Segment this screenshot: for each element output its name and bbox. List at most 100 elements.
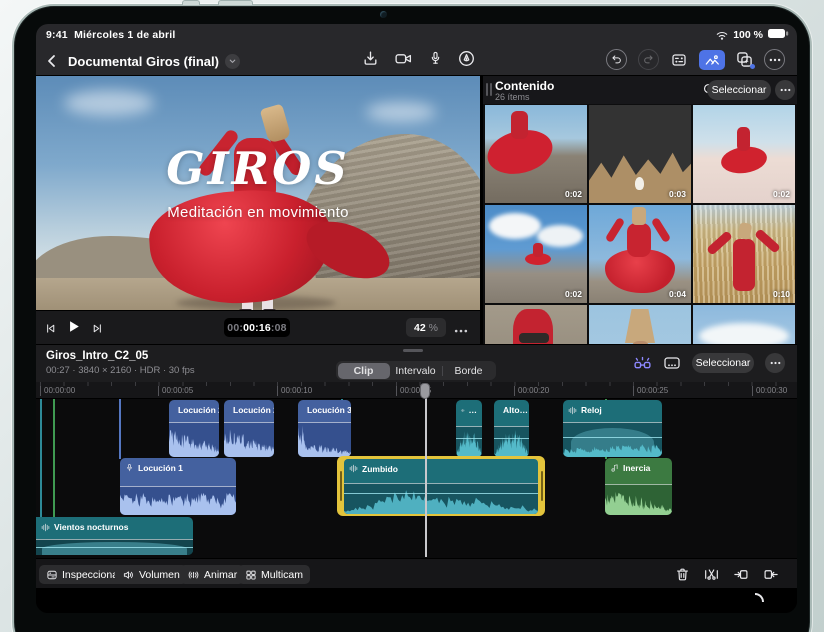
playhead[interactable] bbox=[425, 384, 427, 557]
clip-label: Zumbido bbox=[362, 463, 398, 474]
microphone-icon[interactable] bbox=[428, 50, 443, 67]
pencil-tool-icon[interactable] bbox=[458, 50, 475, 67]
skip-forward-icon[interactable] bbox=[91, 322, 104, 335]
video-title-overlay: GIROS bbox=[166, 142, 350, 195]
timeline-ruler[interactable]: 00:00:00 00:00:05 00:00:10 00:00:15 00:0… bbox=[36, 382, 797, 399]
segment-intervalo[interactable]: Intervalo bbox=[390, 363, 442, 379]
timeline-clip-locucion1[interactable]: Locución 1 bbox=[120, 458, 236, 515]
effects-icon[interactable] bbox=[736, 51, 755, 69]
trim-handle-right[interactable] bbox=[540, 471, 543, 501]
trim-handle-left[interactable] bbox=[339, 471, 342, 501]
clip-duration: 0:02 bbox=[564, 289, 582, 299]
center-toolbar-icons bbox=[362, 50, 475, 67]
clip-appearance-icon[interactable] bbox=[663, 355, 681, 371]
segment-borde[interactable]: Borde bbox=[443, 363, 495, 379]
status-bar-left: 9:41 Miércoles 1 de abril bbox=[46, 29, 176, 41]
clip-duration: 0:04 bbox=[668, 289, 686, 299]
clock: 9:41 bbox=[46, 29, 68, 41]
timeline-select-button[interactable]: Seleccionar bbox=[692, 353, 754, 373]
multicam-label: Multicam bbox=[261, 568, 304, 581]
panel-drag-handle[interactable] bbox=[490, 83, 492, 96]
skip-back-icon[interactable] bbox=[44, 322, 57, 335]
video-viewer[interactable]: GIROS Meditación en movimiento bbox=[36, 76, 480, 310]
timeline-drag-handle[interactable] bbox=[403, 349, 423, 352]
magnetic-snap-icon[interactable] bbox=[633, 355, 652, 372]
blade-icon[interactable] bbox=[704, 567, 719, 582]
timecode-display[interactable]: 00: 00:16:08 bbox=[224, 318, 290, 337]
playhead-handle[interactable] bbox=[420, 383, 430, 399]
connection-line bbox=[119, 399, 121, 459]
clip-label: Inercia bbox=[623, 463, 651, 473]
cloud bbox=[489, 213, 541, 239]
timeline-clip-locucion3[interactable]: Locución 3 bbox=[298, 400, 351, 457]
cloud bbox=[64, 90, 154, 116]
dervish-hat bbox=[632, 207, 646, 225]
timeline-clip-locucion2b[interactable]: Locución 2 bbox=[224, 400, 274, 457]
media-thumbnail[interactable]: 0:10 bbox=[693, 205, 795, 303]
inspector-icon[interactable] bbox=[670, 52, 688, 68]
viewer-more-icon[interactable] bbox=[454, 324, 468, 336]
clip-label: Locución 3 bbox=[307, 405, 351, 415]
title-chevron-down-icon[interactable] bbox=[224, 53, 240, 69]
animate-button[interactable]: Animar bbox=[180, 565, 245, 584]
back-button[interactable] bbox=[44, 53, 60, 69]
clip-label: Locución 2 bbox=[178, 405, 219, 415]
viewer-zoom-control[interactable]: 42 % bbox=[406, 318, 446, 337]
more-options-icon[interactable] bbox=[764, 49, 785, 70]
trash-icon[interactable] bbox=[675, 567, 690, 582]
timeline-clip-reloj[interactable]: Reloj bbox=[563, 400, 662, 457]
timeline-clip-audio-small[interactable]: … bbox=[456, 400, 482, 457]
timeline-clip-locucion2a[interactable]: Locución 2 bbox=[169, 400, 219, 457]
photo-background: 9:41 Miércoles 1 de abril 100 % Document… bbox=[0, 0, 824, 632]
timeline-more-icon[interactable] bbox=[765, 353, 785, 373]
video-camera-icon[interactable] bbox=[394, 50, 413, 67]
red-dancer bbox=[533, 243, 543, 257]
timeline-clip-zumbido-selected[interactable]: Zumbido bbox=[337, 456, 545, 516]
clip-label: Alto… bbox=[503, 405, 529, 415]
content-more-icon[interactable] bbox=[775, 80, 795, 100]
battery-percent: 100 % bbox=[733, 29, 763, 41]
volume-button[interactable]: Volumen bbox=[115, 565, 187, 584]
media-thumbnail[interactable]: 0:04 bbox=[589, 205, 691, 303]
inspect-label: Inspeccionar bbox=[62, 568, 122, 581]
content-panel-header: Contenido 26 ítems Seleccionar bbox=[483, 76, 797, 104]
play-button[interactable] bbox=[67, 319, 81, 337]
media-browser-icon[interactable] bbox=[699, 49, 725, 70]
timeline-clip-name: Giros_Intro_C2_05 bbox=[46, 350, 149, 362]
undo-icon[interactable] bbox=[606, 49, 627, 70]
playback-bar: 00: 00:16:08 42 % bbox=[36, 310, 480, 344]
timeline-tracks[interactable]: Locución 2 Locución 2 Locución 3 … Alto…… bbox=[36, 399, 797, 558]
timeline-clip-vientos[interactable]: Vientos nocturnos bbox=[36, 517, 193, 555]
insert-clip-icon[interactable] bbox=[733, 567, 749, 582]
media-thumbnail[interactable] bbox=[485, 305, 587, 344]
timeline-clip-alto[interactable]: Alto… bbox=[494, 400, 529, 457]
multicam-button[interactable]: Multicam bbox=[238, 565, 311, 584]
bottom-toolbar: Inspeccionar Volumen Animar Multicam bbox=[36, 558, 797, 588]
dervish-hat bbox=[625, 309, 655, 343]
clip-duration: 0:03 bbox=[668, 189, 686, 199]
ruler-label: 00:00:00 bbox=[40, 386, 75, 396]
panel-drag-handle[interactable] bbox=[486, 83, 488, 96]
media-thumbnail[interactable] bbox=[693, 305, 795, 344]
redo-icon[interactable] bbox=[638, 49, 659, 70]
zoom-unit: % bbox=[428, 321, 439, 334]
media-thumbnail[interactable]: 0:02 bbox=[485, 205, 587, 303]
import-icon[interactable] bbox=[362, 50, 379, 67]
media-thumbnail[interactable] bbox=[589, 305, 691, 344]
red-dancer bbox=[511, 111, 528, 139]
clip-duration: 0:10 bbox=[772, 289, 790, 299]
content-panel-title: Contenido bbox=[495, 79, 555, 93]
timeline-clip-inercia[interactable]: Inercia bbox=[605, 458, 672, 515]
clip-label: Reloj bbox=[581, 405, 602, 415]
front-camera bbox=[380, 11, 387, 18]
media-thumbnail[interactable]: 0:02 bbox=[485, 105, 587, 203]
effects-badge bbox=[750, 64, 755, 69]
media-thumbnail[interactable]: 0:02 bbox=[693, 105, 795, 203]
content-select-button[interactable]: Seleccionar bbox=[707, 80, 771, 100]
media-thumbnail[interactable]: 0:03 bbox=[589, 105, 691, 203]
video-subtitle-overlay: Meditación en movimiento bbox=[167, 204, 349, 221]
project-title[interactable]: Documental Giros (final) bbox=[68, 54, 219, 69]
segment-clip[interactable]: Clip bbox=[337, 362, 390, 379]
timeline-clip-meta: 00:27 · 3840 × 2160 · HDR · 30 fps bbox=[46, 365, 195, 376]
overwrite-clip-icon[interactable] bbox=[763, 567, 779, 582]
